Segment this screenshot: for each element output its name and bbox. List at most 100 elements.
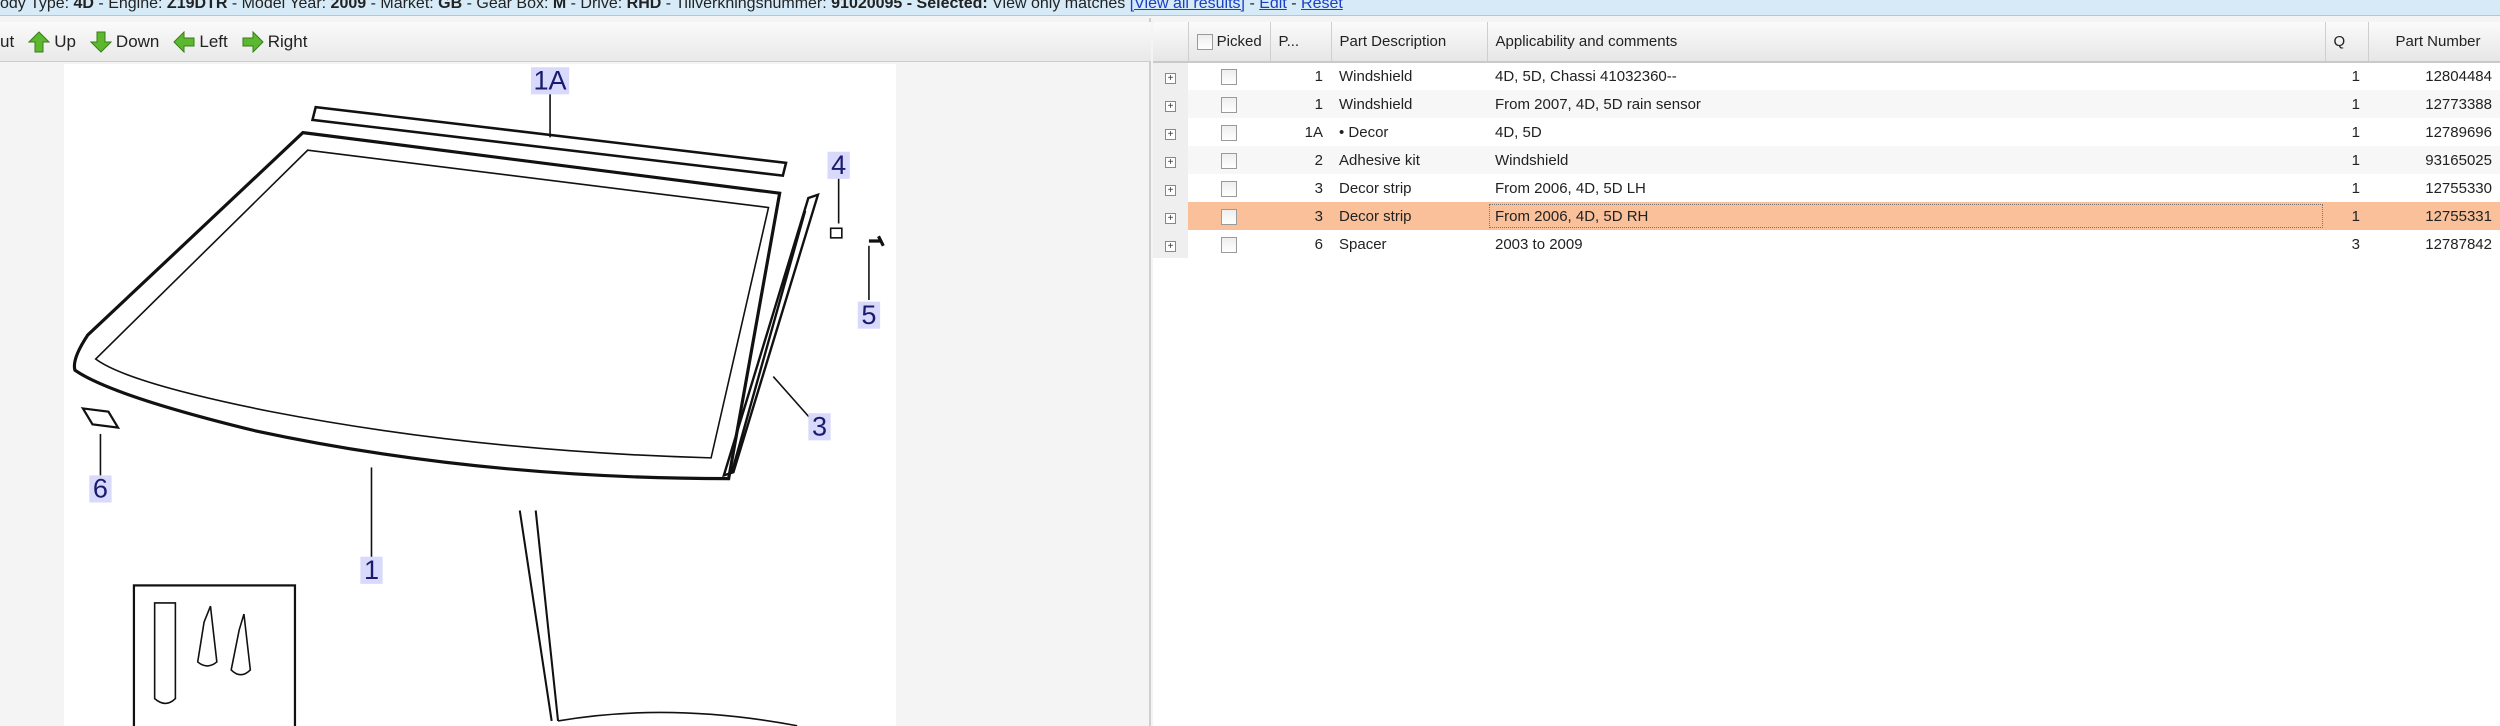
applicability-cell: From 2006, 4D, 5D LH (1495, 179, 1646, 197)
table-row[interactable]: +2 Adhesive kit Windshield 1 93165025 (1153, 146, 2500, 174)
expand-cell[interactable]: + (1153, 202, 1188, 230)
body-type-label: ody Type: (0, 0, 74, 12)
applicability-cell: Windshield (1487, 146, 2325, 174)
picked-cell[interactable] (1188, 90, 1270, 118)
selected-label: - Selected: (902, 0, 988, 12)
parts-table: Picked P... Part Description Applicabili… (1153, 22, 2500, 258)
down-label: Down (115, 31, 160, 51)
picked-cell[interactable] (1188, 118, 1270, 146)
engine-value: Z19DTR (166, 0, 228, 12)
part-number-cell: 12804484 (2425, 68, 2492, 85)
expand-plus-icon[interactable]: + (1165, 240, 1176, 252)
vehicle-info-bar: ody Type: 4D - Engine: Z19DTR - Model Ye… (0, 0, 2500, 16)
applicability-cell: From 2006, 4D, 5D RH (1487, 202, 2325, 230)
qty-cell: 1 (2351, 68, 2360, 85)
edit-link[interactable]: Edit (1259, 0, 1287, 12)
description-cell: Spacer (1339, 235, 1387, 253)
expand-cell[interactable]: + (1153, 174, 1188, 202)
expand-plus-icon[interactable]: + (1165, 100, 1176, 112)
expand-cell[interactable]: + (1153, 62, 1188, 90)
arrow-down-icon (89, 31, 112, 53)
arrow-left-icon (173, 30, 195, 53)
description-cell: Windshield (1339, 68, 1413, 85)
table-row[interactable]: +1A • Decor 4D, 5D 1 12789696 (1153, 118, 2500, 146)
select-all-checkbox[interactable] (1196, 34, 1213, 51)
pos-cell: 6 (1314, 235, 1323, 253)
parts-table-panel: Picked P... Part Description Applicabili… (1153, 22, 2500, 726)
qty-column-header[interactable]: Q (2325, 22, 2369, 63)
pos-cell: 3 (1314, 179, 1323, 197)
description-cell: Adhesive kit (1331, 146, 1487, 174)
applicability-cell: 2003 to 2009 (1495, 235, 1583, 253)
part-number-column-header[interactable]: Part Number (2368, 22, 2500, 63)
gearbox-label: - Gear Box: (462, 0, 553, 12)
pos-cell: 1 (1270, 90, 1331, 118)
part-number-cell: 93165025 (2368, 146, 2500, 174)
table-row[interactable]: +3 Decor strip From 2006, 4D, 5D LH 1 127553… (1153, 174, 2500, 202)
expand-column-header (1153, 22, 1189, 63)
picked-checkbox[interactable] (1221, 124, 1237, 141)
table-row[interactable]: +6 Spacer 2003 to 2009 3 12787842 (1153, 230, 2500, 258)
expand-plus-icon[interactable]: + (1165, 184, 1176, 196)
picked-checkbox[interactable] (1221, 236, 1237, 253)
view-all-results-link[interactable]: [View all results] (1130, 0, 1245, 12)
picked-checkbox[interactable] (1221, 208, 1237, 225)
picked-checkbox[interactable] (1221, 96, 1237, 113)
gearbox-value: M (552, 0, 567, 12)
expand-cell[interactable]: + (1153, 146, 1188, 174)
applicability-cell: 4D, 5D, Chassi 41032360-- (1495, 68, 1677, 85)
expand-plus-icon[interactable]: + (1165, 156, 1176, 168)
description-cell: Decor strip (1331, 202, 1487, 230)
picked-checkbox[interactable] (1221, 180, 1237, 197)
pan-left-button[interactable]: Left (173, 30, 228, 53)
pan-right-button[interactable]: Right (242, 30, 308, 53)
qty-cell: 1 (2325, 202, 2368, 230)
right-label: Right (267, 31, 308, 51)
table-row[interactable]: +3 Decor strip From 2006, 4D, 5D RH 1 127553… (1153, 202, 2500, 230)
expand-cell[interactable]: + (1153, 90, 1188, 118)
table-row[interactable]: +1 Windshield 4D, 5D, Chassi 41032360-- 1 12… (1153, 62, 2500, 90)
picked-checkbox[interactable] (1221, 69, 1237, 86)
picked-checkbox[interactable] (1221, 152, 1237, 169)
engine-label: - Engine: (93, 0, 167, 12)
qty-cell: 1 (2325, 90, 2368, 118)
expand-plus-icon[interactable]: + (1165, 128, 1176, 140)
applicability-column-header[interactable]: Applicability and comments (1487, 22, 2326, 63)
diagram-canvas[interactable] (64, 64, 896, 726)
serial-value: 91020095 (831, 0, 903, 12)
picked-cell[interactable] (1188, 230, 1270, 258)
serial-label: - Tillverkningsnummer: (661, 0, 832, 12)
part-number-cell: 12787842 (2425, 235, 2492, 253)
market-value: GB (438, 0, 463, 12)
selected-value: View only matches (987, 0, 1130, 12)
separator: - (1245, 0, 1260, 12)
market-label: - Market: (366, 0, 439, 12)
expand-plus-icon[interactable]: + (1165, 212, 1176, 224)
pos-cell: 2 (1270, 146, 1331, 174)
picked-cell[interactable] (1188, 62, 1270, 90)
picked-header-label: Picked (1216, 32, 1262, 50)
applicability-cell: 4D, 5D (1495, 123, 1542, 141)
pos-column-header[interactable]: P... (1270, 22, 1332, 63)
pos-cell: 3 (1270, 202, 1331, 230)
pan-down-button[interactable]: Down (89, 31, 160, 53)
table-row[interactable]: +1 Windshield From 2007, 4D, 5D rain senso… (1153, 90, 2500, 118)
picked-column-header[interactable]: Picked (1188, 22, 1271, 63)
reset-link[interactable]: Reset (1301, 0, 1343, 12)
qty-cell: 1 (2351, 123, 2360, 141)
part-number-cell: 12755330 (2425, 179, 2492, 197)
expand-cell[interactable]: + (1153, 118, 1188, 146)
body-type-value: 4D (73, 0, 94, 12)
description-cell: • Decor (1339, 123, 1389, 141)
picked-cell[interactable] (1188, 174, 1270, 202)
picked-cell[interactable] (1188, 146, 1270, 174)
drive-label: - Drive: (566, 0, 627, 12)
separator: - (1286, 0, 1302, 12)
expand-cell[interactable]: + (1153, 230, 1188, 258)
zoom-out-button[interactable]: ut (0, 32, 14, 52)
expand-plus-icon[interactable]: + (1165, 73, 1176, 84)
pan-up-button[interactable]: Up (28, 30, 76, 53)
qty-cell: 1 (2351, 179, 2360, 197)
picked-cell[interactable] (1188, 202, 1270, 230)
description-column-header[interactable]: Part Description (1331, 22, 1488, 63)
